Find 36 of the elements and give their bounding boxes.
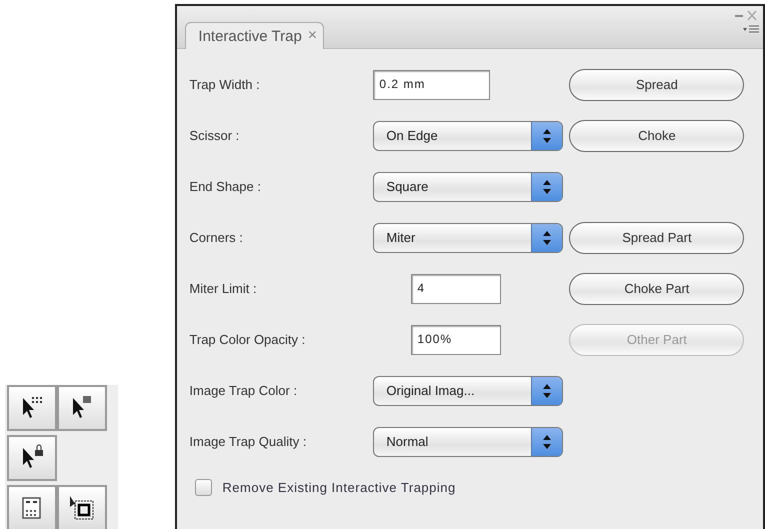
frame-select-tool[interactable] <box>57 485 107 529</box>
text-field[interactable]: 100% <box>411 324 502 354</box>
checkbox[interactable] <box>195 479 212 496</box>
field-label: Image Trap Quality : <box>189 434 308 450</box>
dropdown[interactable]: Original Imag... <box>373 376 564 406</box>
field-label: Corners : <box>189 230 244 246</box>
lock-tool[interactable] <box>7 435 57 481</box>
stepper-arrows-icon <box>531 428 562 456</box>
action-button[interactable]: Spread Part <box>569 222 744 254</box>
stepper-arrows-icon <box>531 376 562 404</box>
action-button[interactable]: Choke <box>569 120 744 152</box>
panel-menu-icon[interactable] <box>743 24 759 34</box>
field-label: Scissor : <box>189 128 240 144</box>
dropdown[interactable]: Miter <box>373 222 564 252</box>
panel-window-controls-icon[interactable] <box>733 10 759 22</box>
stepper-arrows-icon <box>531 172 562 200</box>
text-field[interactable]: 0.2 mm <box>373 70 490 100</box>
select-layer-tool[interactable] <box>57 385 107 431</box>
panel-tab[interactable]: Interactive Trap × <box>185 22 324 49</box>
action-button[interactable]: Choke Part <box>569 272 744 304</box>
field-label: End Shape : <box>189 178 262 194</box>
numbering-tool[interactable] <box>7 485 57 529</box>
checkbox-label: Remove Existing Interactive Trapping <box>222 480 456 495</box>
action-button[interactable]: Spread <box>569 68 744 100</box>
field-label: Trap Color Opacity : <box>189 332 306 348</box>
select-dots-tool[interactable] <box>7 385 57 431</box>
dropdown[interactable]: Square <box>373 172 564 202</box>
stepper-arrows-icon <box>531 122 562 150</box>
dropdown[interactable]: On Edge <box>373 120 564 150</box>
stepper-arrows-icon <box>531 224 562 252</box>
text-field[interactable]: 4 <box>411 274 502 304</box>
field-label: Miter Limit : <box>189 280 258 296</box>
field-label: Trap Width : <box>189 76 261 92</box>
dropdown[interactable]: Normal <box>373 426 564 456</box>
tab-label: Interactive Trap <box>198 28 302 44</box>
field-label: Image Trap Color : <box>189 382 298 398</box>
